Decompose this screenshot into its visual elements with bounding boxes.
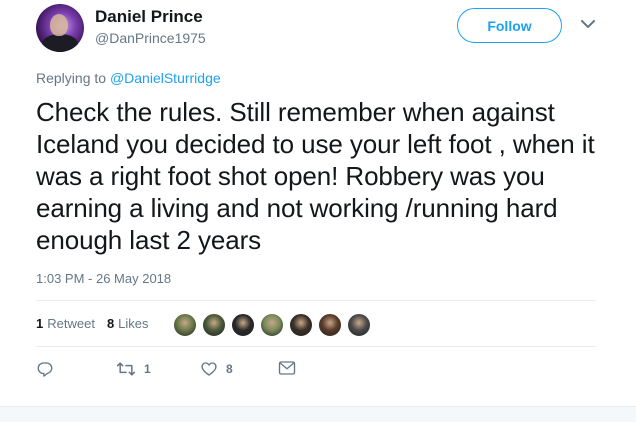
- liker-avatar[interactable]: [202, 313, 226, 337]
- reply-button[interactable]: [36, 360, 54, 378]
- reply-icon: [37, 362, 53, 377]
- liker-avatar[interactable]: [318, 313, 342, 337]
- retweet-icon: [116, 362, 136, 376]
- retweets-stat[interactable]: 1 Retweet: [36, 316, 95, 331]
- author-avatar[interactable]: [36, 4, 84, 52]
- envelope-icon: [278, 361, 296, 375]
- author-handle[interactable]: @DanPrince1975: [95, 30, 206, 46]
- tweet-timestamp[interactable]: 1:03 PM - 26 May 2018: [36, 271, 171, 286]
- retweets-count: 1: [36, 316, 44, 331]
- divider: [36, 346, 596, 347]
- heart-icon: [201, 362, 217, 376]
- likes-label: Likes: [118, 316, 149, 331]
- retweet-count: 1: [144, 362, 151, 376]
- follow-button[interactable]: Follow: [457, 8, 562, 43]
- reply-target-link[interactable]: @DanielSturridge: [110, 70, 221, 86]
- liker-avatar[interactable]: [347, 313, 371, 337]
- reply-context-prefix: Replying to: [36, 70, 107, 86]
- direct-message-button[interactable]: [278, 360, 296, 376]
- liker-avatar[interactable]: [173, 313, 197, 337]
- tweet-stats: 1 Retweet 8 Likes: [36, 316, 149, 331]
- like-count: 8: [226, 362, 233, 376]
- likes-count: 8: [106, 316, 115, 331]
- divider: [36, 300, 596, 301]
- tweet-text: Check the rules. Still remember when aga…: [36, 97, 595, 255]
- chevron-down-icon[interactable]: [578, 14, 598, 34]
- liker-avatar[interactable]: [260, 313, 284, 337]
- retweets-label: Retweet: [47, 316, 95, 331]
- bottom-bar: [0, 406, 636, 422]
- retweet-button[interactable]: 1: [116, 360, 151, 378]
- author-name[interactable]: Daniel Prince: [95, 7, 203, 27]
- liker-avatar[interactable]: [289, 313, 313, 337]
- reply-context: Replying to @DanielSturridge: [36, 70, 221, 86]
- likes-stat[interactable]: 8 Likes: [107, 316, 149, 331]
- like-button[interactable]: 8: [200, 360, 233, 378]
- liker-avatar[interactable]: [231, 313, 255, 337]
- liker-avatars: [173, 313, 371, 337]
